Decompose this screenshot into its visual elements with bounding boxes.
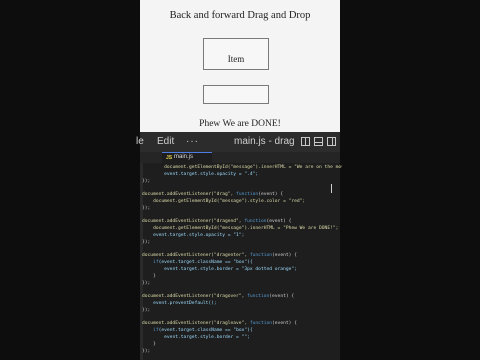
code-token: event.target.style.opacity = "1"; [153, 233, 245, 238]
right-letterbox [340, 0, 480, 360]
code-editor[interactable]: document.getElementById("message").inner… [140, 163, 342, 360]
code-token: event.preventDefault(); [153, 301, 217, 306]
code-token: }); [142, 239, 151, 245]
code-token: (event) { [266, 219, 292, 225]
code-token: (event.target.className == "box"){ [158, 328, 253, 334]
status-message: Phew We are DONE! [199, 119, 281, 129]
code-token: event.target.style.border = "3px dotted … [164, 267, 297, 272]
code-token: }); [142, 280, 151, 286]
left-letterbox [0, 0, 140, 360]
tab-main-js[interactable]: JS main.js [162, 152, 212, 163]
code-token: }); [142, 205, 151, 211]
code-token: (event) { [269, 294, 295, 300]
page-title: Back and forward Drag and Drop [169, 10, 311, 21]
code-token: document.addEventListener("drag", [142, 192, 237, 198]
code-token: function [244, 219, 267, 225]
menu-file[interactable]: le [136, 136, 144, 147]
editor-tab-bar: JS main.js [140, 152, 340, 163]
window-title: main.js - drag-... [234, 136, 294, 147]
toggle-sidebar-icon[interactable] [327, 137, 336, 146]
code-token: document.getElementById("message").inner… [164, 165, 342, 170]
javascript-file-icon: JS [166, 155, 173, 161]
toggle-panel-icon[interactable] [314, 137, 323, 146]
code-token: (event.target.className == "box"){ [158, 260, 253, 266]
menu-edit[interactable]: Edit [157, 136, 174, 147]
code-token: (event) { [258, 192, 284, 198]
code-token: document.addEventListener("dragend", [142, 219, 245, 225]
browser-page: Back and forward Drag and Drop Item Phew… [140, 0, 340, 132]
code-token: }); [142, 307, 151, 313]
code-token: }); [142, 348, 151, 354]
code-token: (event) { [272, 253, 297, 259]
code-token: } [142, 341, 156, 347]
code-token: document.addEventListener("dragleave", [142, 321, 250, 327]
code-token: } [142, 273, 156, 279]
code-line: }); [142, 348, 342, 355]
code-token: document.getElementById("message").style… [153, 199, 306, 204]
editor-title-bar: le Edit ··· main.js - drag-... [136, 132, 340, 152]
mouse-cursor-icon [331, 184, 332, 193]
code-token: function [249, 321, 273, 327]
code-token: document.addEventListener("dragenter", [142, 253, 250, 259]
item-label: Item [227, 54, 245, 64]
code-token: function [249, 253, 273, 259]
drop-target-box[interactable] [203, 85, 269, 104]
code-token: }); [142, 178, 151, 184]
code-token: event.target.style.border = ""; [164, 335, 250, 340]
code-token: event.target.style.opacity = ".4"; [164, 171, 259, 177]
code-token: (event) { [272, 321, 297, 327]
code-token: document.addEventListener("dragover", [142, 294, 248, 300]
draggable-item-box[interactable]: Item [203, 38, 269, 70]
more-menu-icon[interactable]: ··· [186, 136, 199, 147]
split-editor-icon[interactable] [301, 137, 310, 146]
code-token: function [247, 294, 270, 300]
code-token: document.getElementById("message").inner… [153, 226, 339, 232]
code-token: function [236, 192, 259, 198]
tab-label: main.js [174, 154, 194, 160]
